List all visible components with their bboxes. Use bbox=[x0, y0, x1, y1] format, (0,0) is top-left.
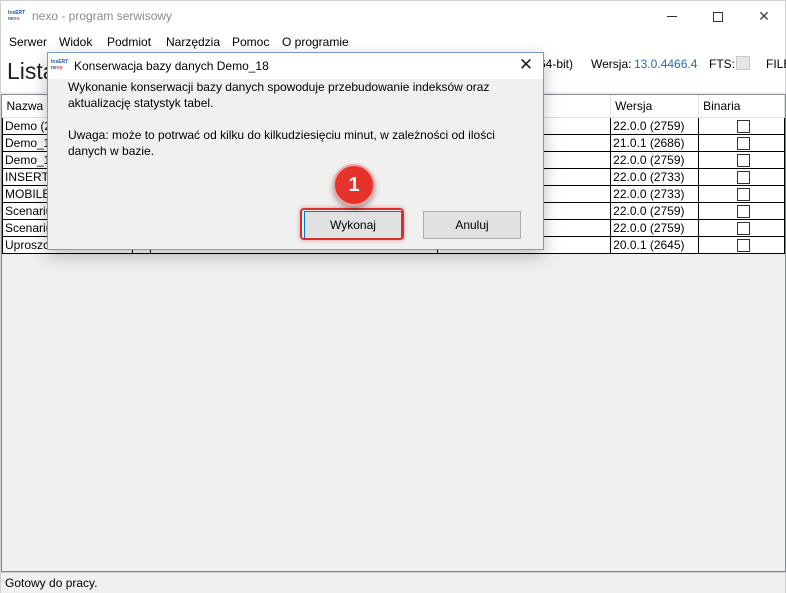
menu-serwer[interactable]: Serwer bbox=[9, 35, 47, 49]
cell-binary bbox=[698, 116, 785, 135]
logo-bottom-text: nexo bbox=[8, 16, 20, 22]
dialog-title: Konserwacja bazy danych Demo_18 bbox=[74, 59, 269, 73]
column-header-binary[interactable]: Binaria bbox=[698, 95, 785, 118]
binary-checkbox[interactable] bbox=[737, 153, 751, 167]
binary-checkbox[interactable] bbox=[737, 170, 751, 184]
cell-binary bbox=[698, 184, 785, 203]
dialog-message: Wykonanie konserwacji bazy danych spowod… bbox=[68, 80, 490, 110]
status-text: Gotowy do pracy. bbox=[5, 576, 98, 590]
dialog-logo: InsERT nexo bbox=[51, 59, 69, 72]
cell-version: 21.0.1 (2686) bbox=[610, 133, 700, 152]
cell-binary bbox=[698, 235, 785, 254]
maximize-icon bbox=[713, 11, 723, 22]
binary-checkbox[interactable] bbox=[737, 119, 751, 133]
file-label: FILE bbox=[766, 57, 786, 71]
dialog-close-button[interactable]: ✕ bbox=[514, 55, 538, 77]
menu-widok[interactable]: Widok bbox=[59, 35, 92, 49]
binary-checkbox[interactable] bbox=[737, 204, 751, 218]
cell-binary bbox=[698, 218, 785, 237]
dialog-logo-bottom-text: nexo bbox=[51, 65, 63, 71]
app-logo: InsERT nexo bbox=[8, 10, 26, 23]
version-label: Wersja: bbox=[591, 57, 632, 71]
bits-text: 64-bit) bbox=[539, 57, 574, 71]
minimize-icon bbox=[667, 16, 677, 17]
dialog-title-bar: InsERT nexo Konserwacja bazy danych Demo… bbox=[48, 53, 543, 79]
menu-bar: Serwer Widok Podmiot Narzędzia Pomoc O p… bbox=[1, 32, 785, 52]
step-marker: 1 bbox=[333, 164, 375, 206]
fts-checkbox[interactable] bbox=[736, 56, 750, 70]
version-value: 13.0.4466.4 bbox=[634, 57, 698, 71]
cell-version: 20.0.1 (2645) bbox=[610, 235, 700, 254]
menu-narzedzia[interactable]: Narzędzia bbox=[166, 35, 220, 49]
menu-podmiot[interactable]: Podmiot bbox=[107, 35, 151, 49]
execute-button-highlight bbox=[300, 208, 404, 240]
cell-binary bbox=[698, 150, 785, 169]
cancel-button[interactable]: Anuluj bbox=[423, 211, 521, 239]
binary-checkbox[interactable] bbox=[737, 136, 751, 150]
cell-version: 22.0.0 (2759) bbox=[610, 150, 700, 169]
cell-version: 22.0.0 (2733) bbox=[610, 167, 700, 186]
cell-binary bbox=[698, 201, 785, 220]
close-button[interactable]: ✕ bbox=[741, 1, 786, 32]
binary-checkbox[interactable] bbox=[737, 221, 751, 235]
cell-version: 22.0.0 (2759) bbox=[610, 218, 700, 237]
menu-o-programie[interactable]: O programie bbox=[282, 35, 349, 49]
maximize-button[interactable] bbox=[695, 1, 741, 32]
binary-checkbox[interactable] bbox=[737, 187, 751, 201]
cell-version: 22.0.0 (2733) bbox=[610, 184, 700, 203]
maintenance-dialog: InsERT nexo Konserwacja bazy danych Demo… bbox=[47, 52, 544, 250]
cell-version: 22.0.0 (2759) bbox=[610, 116, 700, 135]
dialog-warning: Uwaga: może to potrwać od kilku do kilku… bbox=[68, 128, 495, 158]
cell-version: 22.0.0 (2759) bbox=[610, 201, 700, 220]
fts-label: FTS: bbox=[709, 57, 735, 71]
cell-binary bbox=[698, 133, 785, 152]
cell-binary bbox=[698, 167, 785, 186]
minimize-button[interactable] bbox=[649, 1, 695, 32]
status-bar: Gotowy do pracy. bbox=[1, 572, 785, 593]
column-header-version[interactable]: Wersja bbox=[610, 95, 700, 118]
binary-checkbox[interactable] bbox=[737, 238, 751, 252]
close-icon: ✕ bbox=[518, 55, 534, 74]
menu-pomoc[interactable]: Pomoc bbox=[232, 35, 269, 49]
window-title: nexo - program serwisowy bbox=[32, 9, 173, 23]
close-icon: ✕ bbox=[758, 8, 770, 24]
title-bar: InsERT nexo nexo - program serwisowy ✕ bbox=[1, 1, 785, 32]
